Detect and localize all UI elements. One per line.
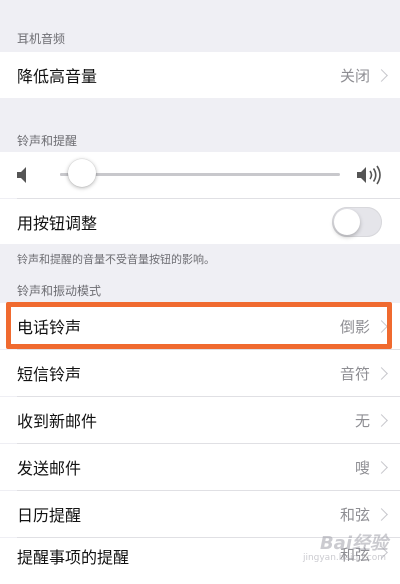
reduce-loud-audio-row[interactable]: 降低高音量 关闭 [0, 52, 400, 98]
change-with-buttons-label: 用按钮调整 [17, 213, 98, 233]
new-mail-label: 收到新邮件 [17, 412, 98, 431]
chevron-right-icon [375, 366, 388, 380]
change-with-buttons-toggle[interactable] [332, 207, 382, 237]
highlight-box [6, 302, 392, 349]
toggle-knob [334, 209, 360, 235]
text-tone-value: 音符 [339, 364, 370, 383]
chevron-right-icon [375, 68, 388, 82]
ringer-volume-slider[interactable] [60, 159, 340, 187]
calendar-alerts-label: 日历提醒 [17, 506, 82, 525]
chevron-right-icon [375, 460, 388, 474]
speaker-high-icon [356, 165, 384, 189]
watermark-url: jingyan.baidu.com [302, 553, 386, 563]
text-tone-row[interactable]: 短信铃声 音符 [0, 350, 400, 396]
section-header-headphone-audio: 耳机音频 [17, 32, 66, 46]
sent-mail-label: 发送邮件 [17, 459, 82, 478]
text-tone-label: 短信铃声 [17, 365, 82, 384]
sent-mail-row[interactable]: 发送邮件 嗖 [0, 444, 400, 490]
slider-thumb[interactable] [68, 159, 97, 187]
section-header-sounds-vibration: 铃声和振动模式 [17, 284, 102, 298]
calendar-alerts-value: 和弦 [339, 505, 370, 524]
speaker-low-icon [16, 166, 30, 188]
section-header-ringer-alerts: 铃声和提醒 [17, 134, 78, 148]
ringer-volume-slider-row [0, 152, 400, 198]
sent-mail-value: 嗖 [354, 458, 370, 477]
chevron-right-icon [375, 413, 388, 427]
new-mail-value: 无 [354, 411, 370, 430]
chevron-right-icon [375, 507, 388, 521]
reduce-loud-audio-value: 关闭 [339, 66, 370, 85]
new-mail-row[interactable]: 收到新邮件 无 [0, 397, 400, 443]
reminder-alerts-label: 提醒事项的提醒 [17, 548, 130, 567]
watermark-logo: Bai经验 [319, 533, 388, 554]
ringer-volume-footer: 铃声和提醒的音量不受音量按钮的影响。 [17, 253, 215, 266]
reduce-loud-audio-label: 降低高音量 [17, 67, 98, 86]
change-with-buttons-row: 用按钮调整 [0, 199, 400, 244]
